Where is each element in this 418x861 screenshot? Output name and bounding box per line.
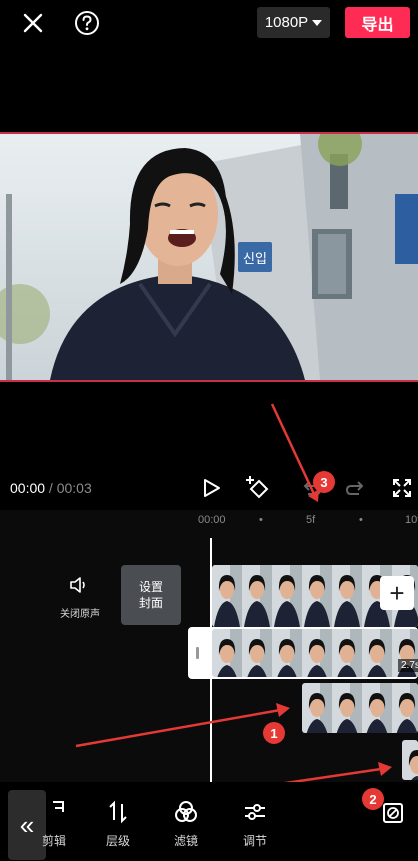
annotation-1: 1 — [263, 722, 285, 744]
tool-layer[interactable]: 层级 — [92, 800, 144, 849]
tool-filter-label: 滤镜 — [173, 834, 198, 848]
adjust-sliders-icon — [245, 804, 265, 820]
tool-edit[interactable]: 剪辑 — [28, 800, 80, 849]
annotation-3: 3 — [313, 471, 335, 493]
tool-adjust-label: 调节 — [242, 834, 267, 848]
layer-icon — [109, 800, 127, 824]
bottom-toolbar: « 剪辑 层级 滤镜 调节 2 — [0, 782, 418, 861]
timeline[interactable]: 00:00 • 5f • 10f 关闭原声 设置 封面 + 2.7s 1 — [0, 510, 418, 788]
background-icon[interactable] — [380, 800, 406, 826]
tool-layer-label: 层级 — [105, 834, 130, 848]
annotation-2: 2 — [362, 788, 384, 810]
edit-clip-icon — [53, 801, 64, 812]
filter-icon — [175, 801, 197, 822]
annotation-arrow-3 — [270, 403, 319, 502]
tool-adjust[interactable]: 调节 — [229, 800, 281, 849]
annotation-arrows — [75, 703, 392, 782]
tool-edit-label: 剪辑 — [41, 834, 66, 848]
tool-filter[interactable]: 滤镜 — [160, 800, 212, 849]
